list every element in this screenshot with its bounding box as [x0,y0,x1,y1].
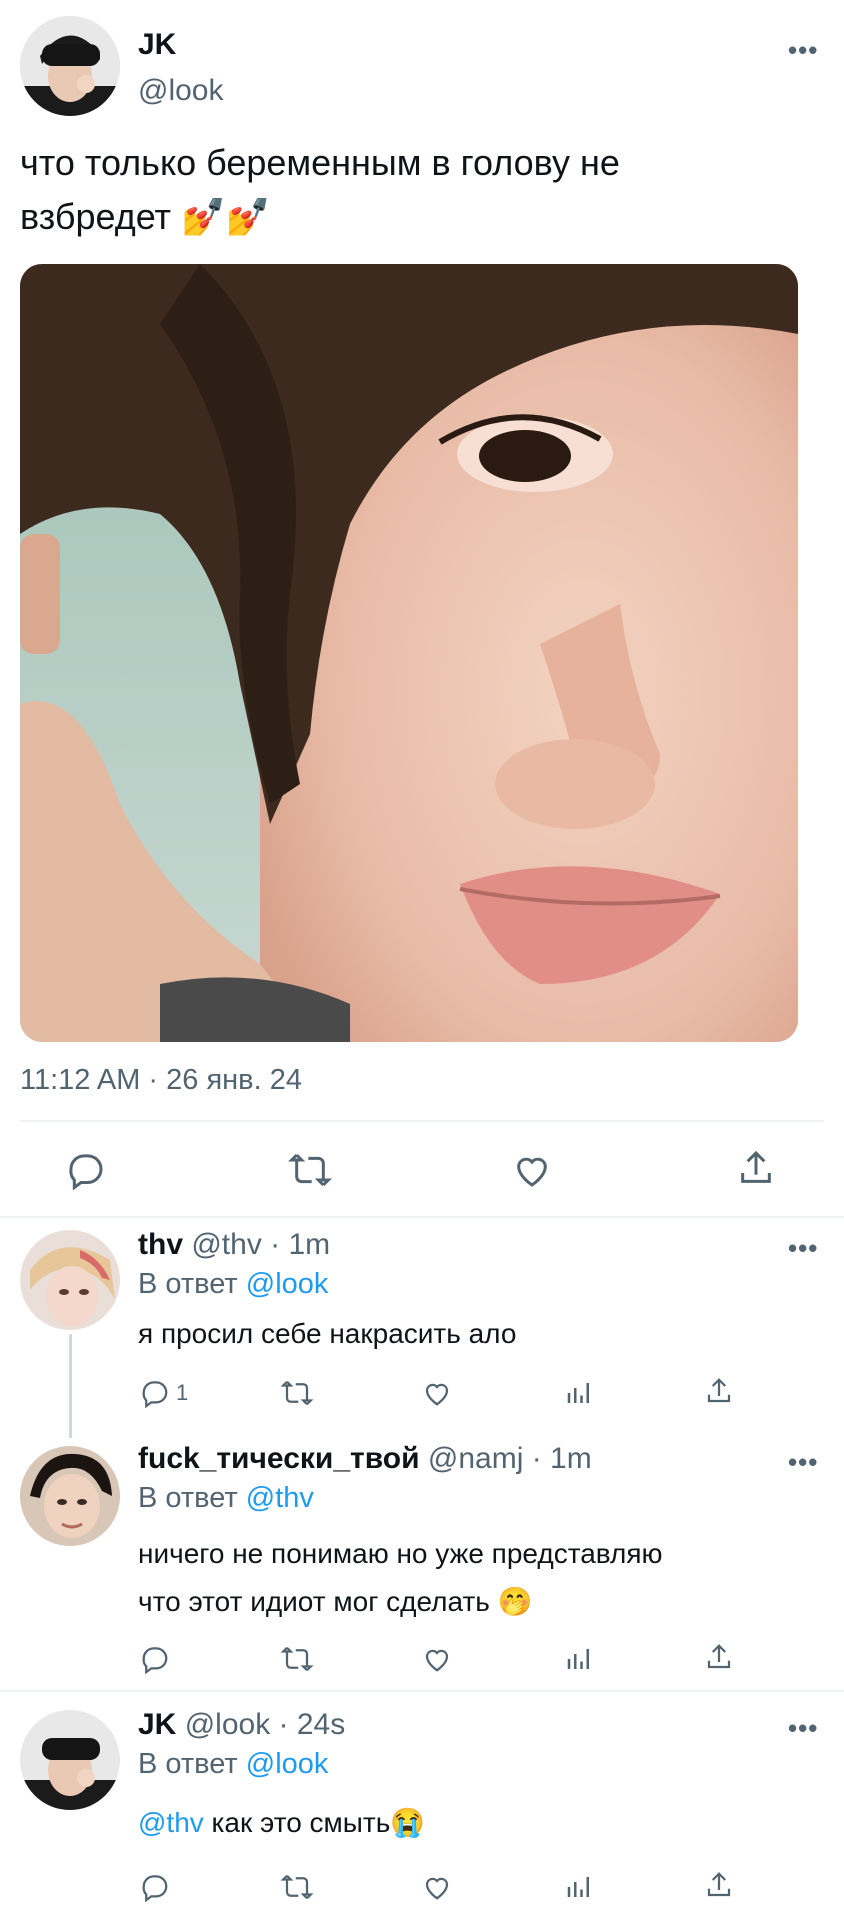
reply-text-line: что этот идиот мог сделать 🤭 [138,1586,533,1617]
reply-action-bar: 1 [138,1376,738,1412]
retweet-icon[interactable] [288,1150,332,1190]
share-icon[interactable] [736,1148,776,1188]
analytics-icon[interactable] [564,1872,594,1907]
reply-display-name[interactable]: thv [138,1228,183,1261]
tweet-media-image[interactable] [20,264,798,1042]
divider [0,1690,844,1692]
tweet-timestamp[interactable]: 11:12 AM · 26 янв. 24 [20,1064,302,1097]
reply-display-name[interactable]: fuck_тически_твой [138,1442,420,1475]
share-icon[interactable] [704,1376,734,1411]
reply-text-rest: как это смыть😭 [203,1807,426,1838]
more-options-icon[interactable]: ••• [788,37,818,63]
reply-time: · 24s [278,1708,346,1741]
reply-icon[interactable] [140,1872,170,1907]
reply-action-bar [138,1642,738,1678]
share-icon[interactable] [704,1642,734,1677]
reply-to-line: В ответ @look [138,1268,328,1301]
heart-icon[interactable] [512,1150,552,1190]
heart-icon[interactable] [422,1872,452,1907]
reply-avatar[interactable] [20,1230,120,1330]
nail-polish-emoji: 💅💅 [181,196,271,237]
tweet-text-line2: взбредет [20,196,172,237]
reply-to-prefix: В ответ [138,1748,238,1780]
divider [0,1216,844,1218]
reply-header: JK @look · 24s [138,1708,345,1742]
heart-icon[interactable] [422,1644,452,1679]
reply-to-prefix: В ответ [138,1268,238,1300]
reply-time: · 1m [531,1442,592,1475]
reply-count: 1 [176,1380,189,1405]
reply-text: @thv как это смыть😭 [138,1806,425,1839]
reply-icon[interactable] [140,1644,170,1679]
reply-handle[interactable]: @look [185,1708,271,1741]
author-display-name[interactable]: JK [138,28,176,62]
reply-time: · 1m [270,1228,331,1261]
reply-avatar[interactable] [20,1446,120,1546]
reply-to-link[interactable]: @look [246,1268,329,1300]
analytics-icon[interactable] [564,1378,594,1413]
retweet-icon[interactable] [280,1872,314,1907]
more-options-icon[interactable]: ••• [788,1715,818,1741]
reply-handle[interactable]: @namj [428,1442,523,1475]
more-options-icon[interactable]: ••• [788,1235,818,1261]
retweet-icon[interactable] [280,1644,314,1679]
reply-action-bar [138,1870,738,1906]
tweet-text-line: взбредет 💅💅 [20,190,820,244]
mention-link[interactable]: @thv [138,1807,204,1838]
thread-line [69,1334,72,1438]
analytics-icon[interactable] [564,1644,594,1679]
reply-text: я просил себе накрасить ало [138,1318,517,1349]
reply-icon[interactable]: 1 [140,1378,188,1408]
reply-handle[interactable]: @thv [191,1228,261,1261]
more-options-icon[interactable]: ••• [788,1449,818,1475]
heart-icon[interactable] [422,1378,452,1413]
reply-header: thv @thv · 1m [138,1228,330,1262]
reply-to-link[interactable]: @thv [246,1482,314,1514]
retweet-icon[interactable] [280,1378,314,1413]
reply-to-line: В ответ @thv [138,1482,314,1515]
reply-header: fuck_тически_твой @namj · 1m [138,1442,592,1476]
reply-to-link[interactable]: @look [246,1748,329,1780]
reply-display-name[interactable]: JK [138,1708,176,1741]
reply-icon[interactable] [66,1150,106,1190]
author-avatar[interactable] [20,16,120,116]
reply-avatar[interactable] [20,1710,120,1810]
reply-to-prefix: В ответ [138,1482,238,1514]
reply-text: ничего не понимаю но уже представляю что… [138,1530,663,1626]
share-icon[interactable] [704,1870,734,1905]
tweet-text: что только беременным в голову не взбред… [20,136,820,244]
reply-text-line: ничего не понимаю но уже представляю [138,1538,663,1569]
divider [20,1120,824,1122]
reply-to-line: В ответ @look [138,1748,328,1781]
tweet-text-line: что только беременным в голову не [20,142,620,183]
author-handle[interactable]: @look [138,74,224,108]
